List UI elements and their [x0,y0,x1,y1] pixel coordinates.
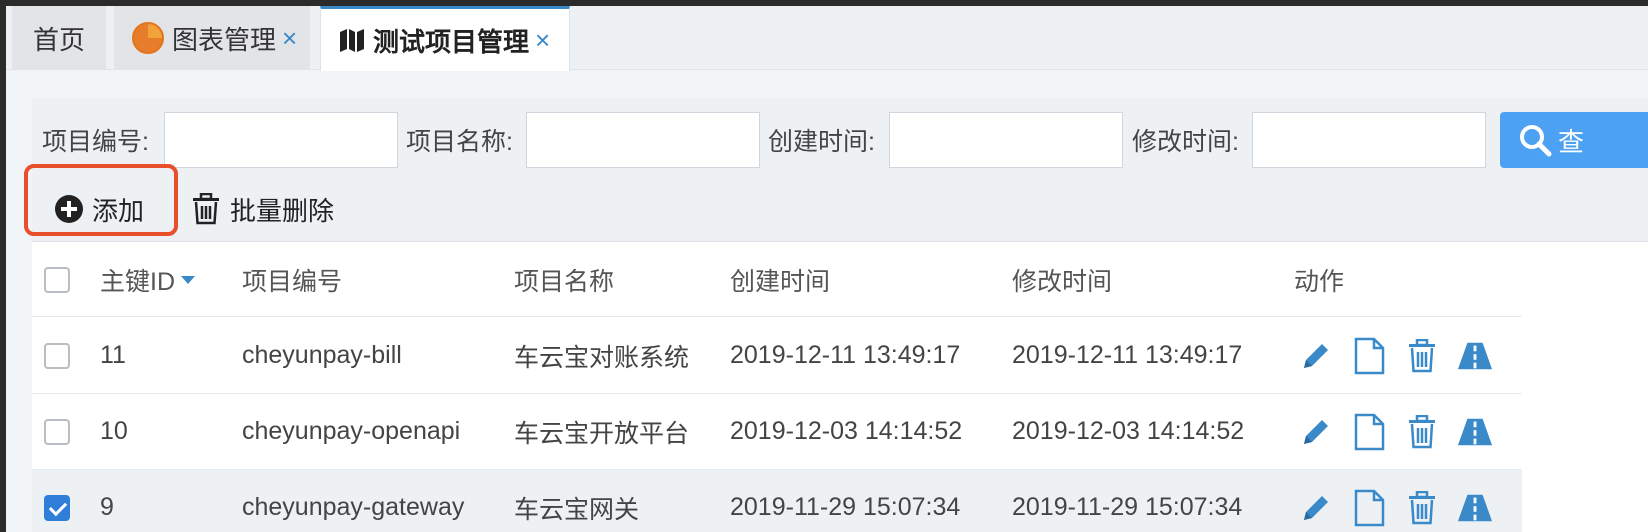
search-label-modified-time: 修改时间: [1132,128,1239,156]
row-checkbox[interactable] [44,494,70,521]
table-row[interactable]: 11 cheyunpay-bill 车云宝对账系统 2019-12-11 13:49:… [32,318,1522,394]
tab-chart-label: 图表管理 [172,24,277,55]
toolbar: 添加 批量删除 [24,164,1648,242]
tab-home[interactable]: 首页 [12,6,106,70]
row-id: 10 [100,417,128,445]
pie-chart-icon [132,22,164,54]
search-bar: 项目编号: 项目名称: 创建时间: 修改时间: 查 [32,98,1648,176]
trash-icon[interactable] [1404,336,1440,376]
file-icon[interactable] [1351,336,1387,376]
column-header-name[interactable]: 项目名称 [514,243,614,316]
tab-project-management[interactable]: 测试项目管理 × [320,6,570,71]
pencil-icon[interactable] [1298,336,1334,376]
search-label-project-name: 项目名称: [406,128,513,156]
table-header-row: 主键ID 项目编号 项目名称 创建时间 修改时间 动作 [32,243,1522,317]
tab-chart-close-icon[interactable]: × [282,23,297,54]
table-row[interactable]: 10 cheyunpay-openapi 车云宝开放平台 2019-12-03 14:… [32,394,1522,470]
sort-desc-icon [181,275,196,284]
add-button-highlight [24,164,178,236]
row-checkbox-cell[interactable] [44,394,70,469]
road-icon[interactable] [1457,488,1493,528]
row-id: 9 [100,493,114,521]
row-actions [1298,318,1510,393]
search-icon [1518,123,1552,157]
search-label-project-code: 项目编号: [42,128,149,156]
row-modified-time: 2019-12-11 13:49:17 [1012,341,1243,369]
column-header-modified[interactable]: 修改时间 [1012,243,1112,316]
column-header-id[interactable]: 主键ID [100,243,196,316]
row-checkbox-cell[interactable] [44,318,70,393]
tab-project-label: 测试项目管理 [373,26,530,57]
app-frame: 首页 图表管理 × 测试项目管理 × 项目编号: 项目名称: 创建时间: 修改时… [6,6,1648,532]
row-actions [1298,394,1510,469]
row-modified-time: 2019-12-03 14:14:52 [1012,417,1245,445]
search-button-label: 查 [1558,126,1585,157]
content-panel: 项目编号: 项目名称: 创建时间: 修改时间: 查 添加 批量删除 主键ID 项… [24,98,1648,532]
tab-bar: 首页 图表管理 × 测试项目管理 × [6,6,1648,71]
tab-home-label: 首页 [32,24,85,55]
file-icon[interactable] [1351,488,1387,528]
road-icon[interactable] [1457,336,1493,376]
select-all-checkbox-cell[interactable] [44,243,70,316]
table-row[interactable]: 9 cheyunpay-gateway 车云宝网关 2019-11-29 15:07:… [32,470,1522,532]
batch-delete-label: 批量删除 [230,195,335,226]
map-icon [339,27,365,53]
column-header-actions: 动作 [1294,267,1345,296]
row-project-name: 车云宝开放平台 [514,419,690,448]
trash-icon[interactable] [1404,488,1440,528]
batch-delete-button[interactable]: 批量删除 [192,176,334,242]
row-created-time: 2019-12-03 14:14:52 [730,417,963,445]
file-icon[interactable] [1351,412,1387,452]
search-input-created-time[interactable] [889,112,1123,168]
row-modified-time: 2019-11-29 15:07:34 [1012,493,1243,521]
row-checkbox[interactable] [44,418,70,445]
row-created-time: 2019-11-29 15:07:34 [730,493,961,521]
pencil-icon[interactable] [1298,412,1334,452]
row-project-name: 车云宝对账系统 [514,343,690,372]
row-id: 11 [100,341,126,369]
row-checkbox[interactable] [44,342,70,369]
search-input-project-code[interactable] [164,112,398,168]
road-icon[interactable] [1457,412,1493,452]
pencil-icon[interactable] [1298,488,1334,528]
column-header-created[interactable]: 创建时间 [730,243,830,316]
tab-chart-management[interactable]: 图表管理 × [114,6,310,70]
trash-icon [192,193,220,225]
column-header-code[interactable]: 项目编号 [242,243,342,316]
search-label-created-time: 创建时间: [768,128,875,156]
row-created-time: 2019-12-11 13:49:17 [730,341,961,369]
search-input-modified-time[interactable] [1252,112,1486,168]
row-project-code: cheyunpay-bill [242,341,402,369]
trash-icon[interactable] [1404,412,1440,452]
row-checkbox-cell[interactable] [44,470,70,532]
search-input-project-name[interactable] [526,112,760,168]
row-actions [1298,470,1510,532]
select-all-checkbox[interactable] [44,266,70,293]
search-button[interactable]: 查 [1500,112,1648,168]
tab-project-close-icon[interactable]: × [535,25,550,56]
row-project-code: cheyunpay-gateway [242,493,465,521]
row-project-name: 车云宝网关 [514,495,640,524]
row-project-code: cheyunpay-openapi [242,417,461,445]
